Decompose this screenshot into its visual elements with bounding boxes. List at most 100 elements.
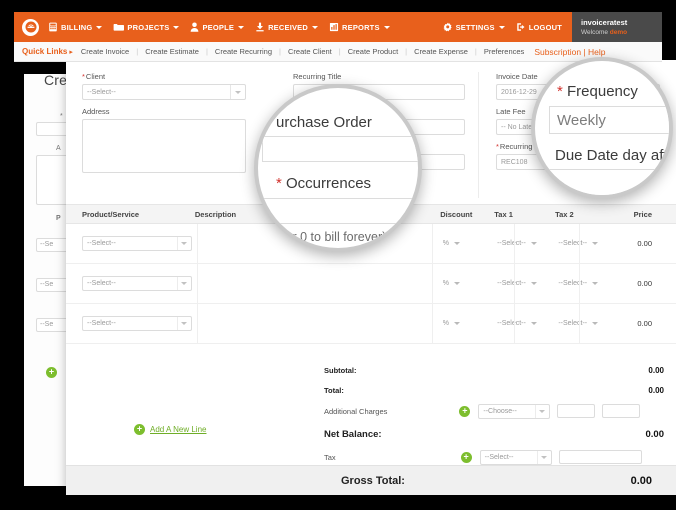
app-logo[interactable] (22, 18, 39, 36)
recurring-number-value: REC108 (501, 158, 528, 166)
nav-item-people-label: PEOPLE (202, 22, 235, 32)
magnified-frequency-label-text: Frequency (567, 83, 638, 100)
form-column-left: *Client --Select-- Address (82, 72, 246, 173)
client-label: *Client (82, 72, 246, 81)
client-label-text: Client (85, 72, 106, 81)
row-tax1-cell[interactable]: --Select-- (497, 240, 558, 247)
required-marker: * (496, 142, 499, 151)
quick-links-separator: | (405, 47, 408, 56)
client-select[interactable]: --Select-- (82, 84, 246, 100)
chevron-down-icon (235, 90, 241, 94)
row-product-select[interactable]: --Select-- (82, 276, 192, 291)
add-new-line-action[interactable]: + Add A New Line (134, 424, 206, 435)
chevron-down-icon (173, 25, 180, 29)
additional-charges-amount-input[interactable] (557, 404, 596, 418)
nav-item-logout[interactable]: LOGOUT (516, 22, 562, 32)
magnified-due-date-input[interactable] (549, 169, 669, 195)
quick-link-create-client[interactable]: Create Client (288, 47, 332, 56)
additional-charges-select[interactable]: --Choose-- (478, 403, 551, 419)
top-navbar: BILLING PROJECTS PEOPLE RECEIVED REPORTS… (14, 12, 662, 42)
person-icon (190, 22, 199, 32)
column-divider (432, 224, 433, 344)
add-new-line-label: Add A New Line (150, 425, 207, 434)
table-row: --Select-- % --Select-- --Select-- 0.00 (66, 304, 676, 344)
chevron-down-icon (312, 25, 319, 29)
row-discount-cell[interactable]: % (443, 280, 497, 287)
magnifier-lens-right: * Frequency Weekly Due Date day afte (531, 57, 673, 199)
gross-total-bar: Gross Total: 0.00 (66, 465, 676, 495)
row-product-cell: --Select-- (82, 276, 196, 291)
row-tax2-cell[interactable]: --Select-- (558, 240, 637, 247)
quick-link-create-product[interactable]: Create Product (348, 47, 398, 56)
chevron-down-icon (530, 242, 537, 245)
ghost-client-label: * (60, 113, 63, 120)
page-title: Cre (44, 72, 68, 88)
tax-amount-input[interactable] (558, 450, 642, 464)
chevron-down-icon (383, 25, 390, 29)
quick-link-create-recurring[interactable]: Create Recurring (215, 47, 272, 56)
quick-links-separator: | (205, 47, 208, 56)
tax-select[interactable]: --Select-- (479, 449, 552, 465)
folder-icon (113, 22, 125, 32)
bar-chart-icon (329, 22, 339, 32)
row-price: 0.00 (637, 279, 652, 288)
tax-label: Tax (324, 452, 336, 462)
magnified-occurrences-label-text: Occurrences (286, 175, 372, 192)
select-divider (536, 450, 538, 464)
magnified-occurrences-input[interactable] (262, 198, 418, 224)
magnified-purchase-order-input[interactable] (262, 136, 418, 162)
additional-charges-label: Additional Charges (324, 406, 388, 416)
quick-links-separator: | (474, 47, 477, 56)
quick-link-create-estimate[interactable]: Create Estimate (145, 47, 199, 56)
row-tax2-value: --Select-- (558, 280, 588, 287)
ghost-address-label: A (56, 145, 61, 152)
totals-row-net-balance: Net Balance: 0.00 (324, 422, 664, 446)
select-divider (177, 317, 178, 330)
total-label: Total: (324, 385, 344, 395)
recurring-number-label-text: Recurring (499, 142, 533, 151)
quick-links-title: Quick Links (22, 47, 68, 56)
table-row: --Select-- % --Select-- --Select-- 0.00 (66, 264, 676, 304)
quick-link-preferences[interactable]: Preferences (484, 47, 524, 56)
row-product-select[interactable]: --Select-- (82, 316, 192, 331)
user-account-box[interactable]: invoiceratest Welcome demo (572, 12, 662, 42)
nav-item-billing-label: BILLING (61, 22, 93, 32)
late-fee-value: -- No Late (501, 123, 533, 131)
nav-item-people[interactable]: PEOPLE (190, 22, 245, 32)
address-textarea[interactable] (82, 119, 246, 173)
nav-item-reports[interactable]: REPORTS (329, 22, 390, 32)
column-divider (579, 224, 580, 344)
required-marker: * (82, 72, 85, 81)
row-tax1-cell[interactable]: --Select-- (497, 280, 558, 287)
add-additional-charge-button[interactable]: + (459, 405, 471, 417)
row-tax2-cell[interactable]: --Select-- (558, 320, 637, 327)
additional-charges-total-input[interactable] (602, 404, 641, 418)
quick-link-create-invoice[interactable]: Create Invoice (81, 47, 129, 56)
row-discount-cell[interactable]: % (443, 320, 497, 327)
row-discount-cell[interactable]: % (443, 240, 497, 247)
totals-row-additional-charges: Additional Charges + --Choose-- (324, 400, 664, 422)
quick-link-create-expense[interactable]: Create Expense (414, 47, 468, 56)
nav-item-billing[interactable]: BILLING (48, 22, 103, 32)
chevron-down-icon (181, 282, 187, 285)
nav-item-projects[interactable]: PROJECTS (113, 22, 180, 32)
row-tax2-value: --Select-- (558, 240, 588, 247)
add-tax-button[interactable]: + (460, 451, 472, 463)
chevron-down-icon (238, 25, 245, 29)
nav-item-settings-label: SETTINGS (455, 22, 495, 32)
required-marker: * (276, 175, 282, 192)
column-header-price: Price (633, 209, 652, 219)
column-header-tax2: Tax 2 (555, 209, 574, 219)
chevron-down-icon (530, 322, 537, 325)
row-product-select[interactable]: --Select-- (82, 236, 192, 251)
quick-link-subscription-help[interactable]: Subscription | Help (534, 47, 605, 57)
row-tax2-cell[interactable]: --Select-- (558, 280, 637, 287)
nav-item-received[interactable]: RECEIVED (255, 22, 319, 32)
navbar-left-group: BILLING PROJECTS PEOPLE RECEIVED REPORTS (14, 12, 401, 42)
subtotal-value: 0.00 (648, 365, 664, 375)
row-tax1-cell[interactable]: --Select-- (497, 320, 558, 327)
quick-links-arrow-icon: ▸ (69, 48, 73, 56)
nav-item-settings[interactable]: SETTINGS (443, 22, 505, 32)
column-header-discount: Discount (440, 209, 473, 219)
magnified-occurrences-label: * Occurrences (276, 175, 371, 192)
